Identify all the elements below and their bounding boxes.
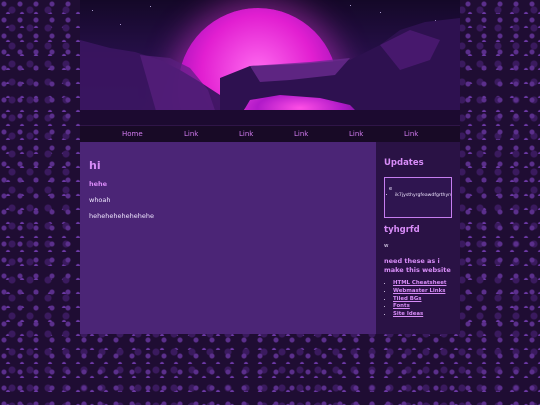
list-item: Webmaster Links — [393, 288, 446, 296]
nav-link-1[interactable]: Link — [184, 130, 198, 138]
section-title: tyhgrfd — [384, 225, 420, 235]
link-site-ideas[interactable]: Site Ideas — [393, 311, 423, 317]
subheading: hehe — [89, 180, 108, 188]
list-item: Tiled BGs — [393, 296, 446, 304]
list-item: HTML Cheatsheet — [393, 280, 446, 288]
nav-link-5[interactable]: Link — [404, 130, 418, 138]
updates-title: Updates — [384, 158, 424, 168]
nav-bar: Home Link Link Link Link Link — [80, 125, 460, 143]
header-banner — [80, 0, 460, 125]
link-webmaster-links[interactable]: Webmaster Links — [393, 288, 445, 294]
resources-heading: need these as i make this website — [384, 257, 451, 274]
site-container: Home Link Link Link Link Link hi hehe wh… — [80, 0, 460, 334]
nav-link-2[interactable]: Link — [239, 130, 253, 138]
body-text: hehehehehehehehe — [89, 212, 154, 220]
updates-text: e — [389, 186, 393, 192]
body-text: whoah — [89, 196, 111, 204]
sidebar: Updates e ik7jysthyrgfeawdfgrthyrujtutyr… — [376, 142, 460, 334]
list-item: Site Ideas — [393, 311, 446, 319]
updates-list: ik7jysthyrgfeawdfgrthyrujtutyrhtgdvdx — [387, 193, 451, 198]
nav-link-4[interactable]: Link — [349, 130, 363, 138]
link-fonts[interactable]: Fonts — [393, 303, 410, 309]
list-item: ik7jysthyrgfeawdfgrthyrujtutyrhtgdvdx — [395, 193, 451, 198]
section-text: w — [384, 243, 389, 249]
list-item: Fonts — [393, 303, 446, 311]
nav-link-home[interactable]: Home — [122, 130, 143, 138]
nav-link-3[interactable]: Link — [294, 130, 308, 138]
resource-links: HTML Cheatsheet Webmaster Links Tiled BG… — [384, 280, 446, 319]
page-title: hi — [89, 159, 101, 172]
cliff-silhouette — [80, 18, 460, 125]
updates-box[interactable]: e ik7jysthyrgfeawdfgrthyrujtutyrhtgdvdx — [384, 177, 452, 218]
link-html-cheatsheet[interactable]: HTML Cheatsheet — [393, 280, 446, 286]
link-tiled-bgs[interactable]: Tiled BGs — [393, 296, 422, 302]
main-content: hi hehe whoah hehehehehehehehe — [80, 142, 376, 334]
